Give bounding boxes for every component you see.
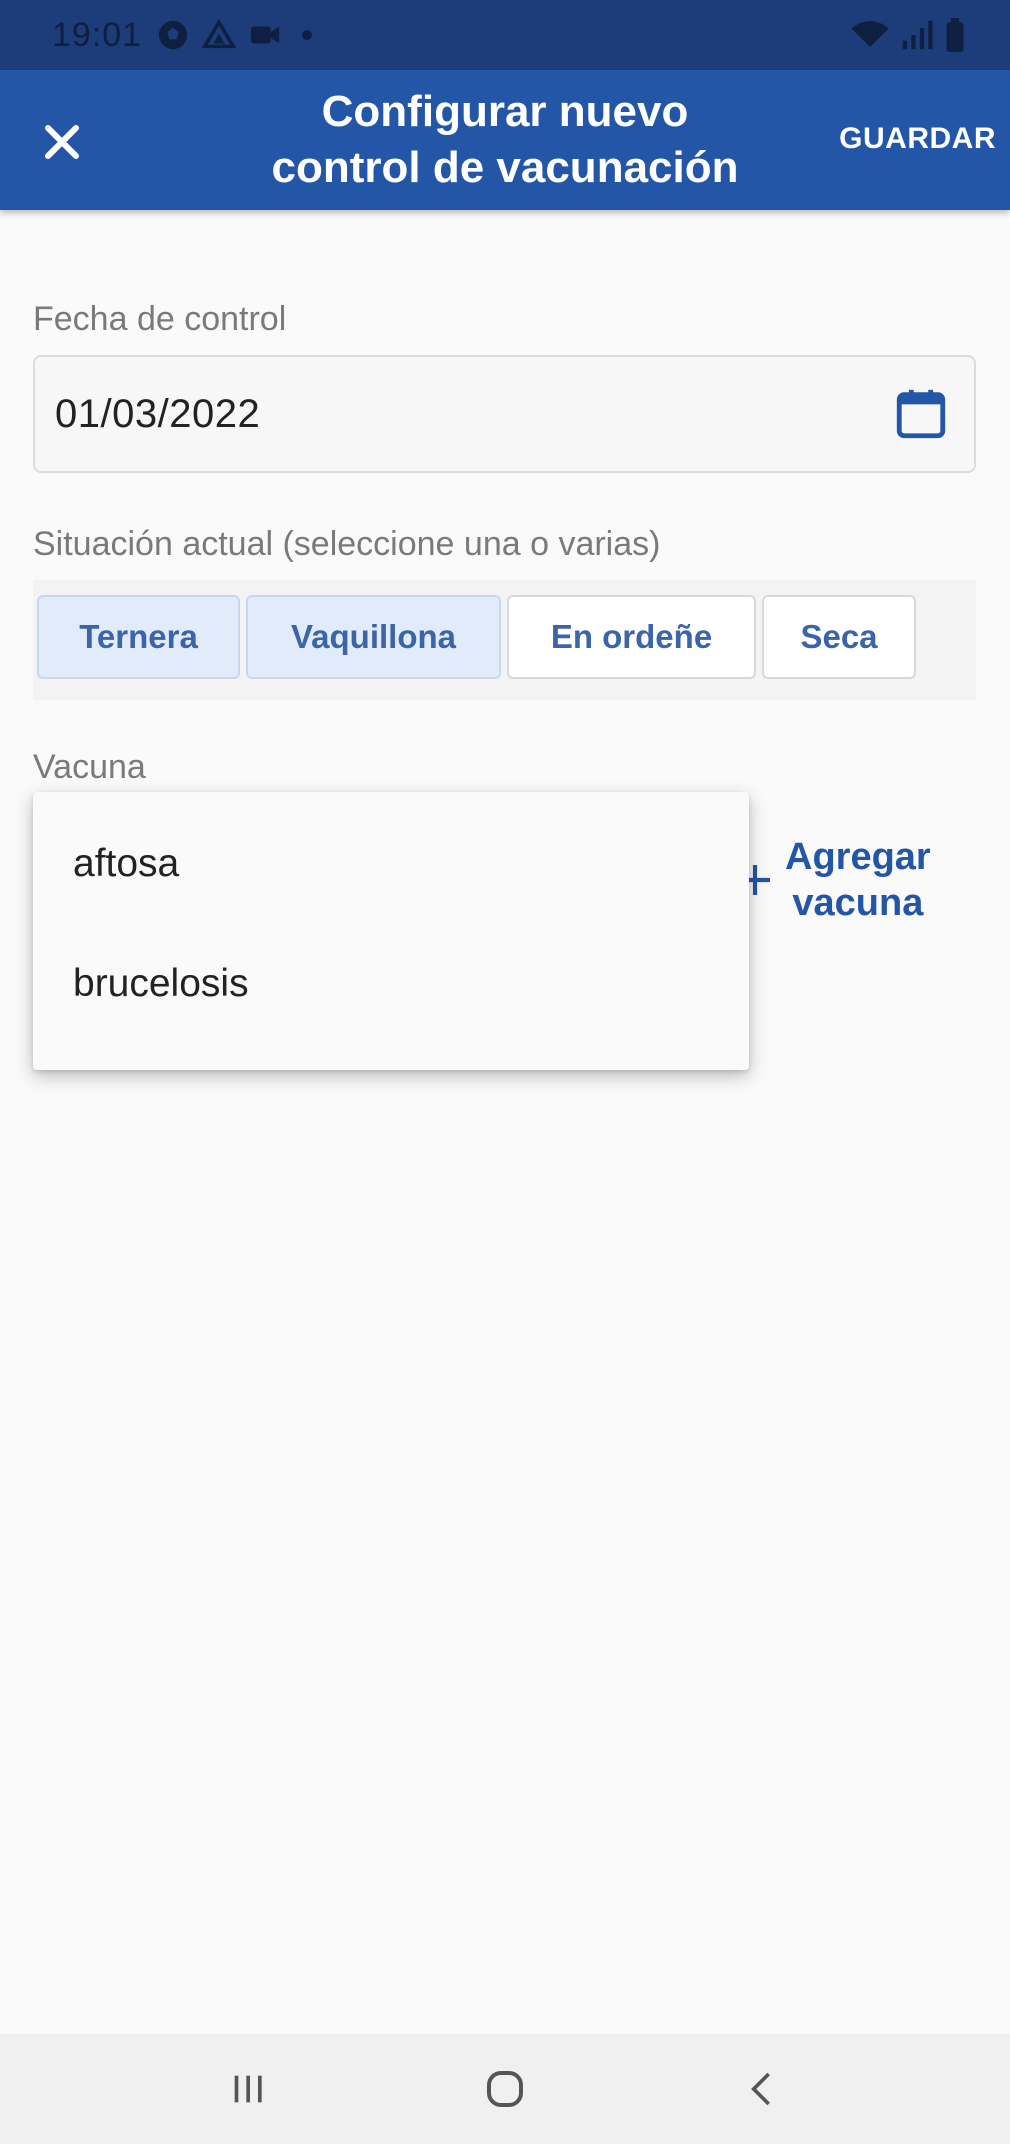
chip-en-ordene[interactable]: En ordeñe bbox=[507, 595, 756, 679]
status-time: 19:01 bbox=[52, 15, 143, 54]
home-icon bbox=[486, 2071, 523, 2107]
dropdown-item-brucelosis[interactable]: brucelosis bbox=[33, 924, 749, 1044]
vaccine-dropdown-menu: aftosa brucelosis bbox=[33, 792, 749, 1070]
home-button[interactable] bbox=[475, 2059, 535, 2119]
date-value: 01/03/2022 bbox=[55, 391, 261, 436]
back-button[interactable] bbox=[732, 2059, 792, 2119]
wifi-icon bbox=[851, 21, 889, 47]
status-notification-icons bbox=[156, 18, 313, 52]
page-title: Configurar nuevo control de vacunación bbox=[271, 87, 739, 192]
date-label: Fecha de control bbox=[33, 300, 287, 338]
chip-vaquillona[interactable]: Vaquillona bbox=[246, 595, 501, 679]
drive-icon bbox=[202, 18, 237, 49]
status-system-icons bbox=[850, 18, 966, 52]
date-field[interactable]: 01/03/2022 bbox=[33, 355, 976, 473]
recent-apps-button[interactable] bbox=[218, 2059, 278, 2119]
calendar-icon[interactable] bbox=[892, 385, 950, 443]
soccer-ball-icon bbox=[158, 20, 188, 50]
dropdown-item-aftosa[interactable]: aftosa bbox=[33, 804, 749, 924]
chip-ternera[interactable]: Ternera bbox=[37, 595, 240, 679]
notification-dot-icon bbox=[302, 30, 313, 40]
vaccine-label: Vacuna bbox=[33, 748, 146, 786]
signal-icon bbox=[902, 20, 933, 50]
system-nav-bar bbox=[0, 2034, 1010, 2144]
battery-icon bbox=[946, 18, 964, 52]
add-vaccine-label: Agregar vacuna bbox=[785, 836, 931, 924]
recent-apps-icon bbox=[234, 2075, 262, 2103]
situation-label: Situación actual (seleccione una o varia… bbox=[33, 525, 661, 563]
video-camera-icon bbox=[250, 26, 280, 44]
add-vaccine-button[interactable]: Agregar vacuna bbox=[735, 830, 975, 930]
close-icon[interactable] bbox=[38, 118, 86, 166]
status-bar: 19:01 bbox=[0, 0, 1010, 70]
app-bar: Configurar nuevo control de vacunación G… bbox=[0, 70, 1010, 210]
save-button[interactable]: GUARDAR bbox=[839, 122, 996, 156]
situation-chip-group: Ternera Vaquillona En ordeñe Seca bbox=[33, 580, 976, 700]
chip-seca[interactable]: Seca bbox=[762, 595, 916, 679]
back-icon bbox=[750, 2072, 770, 2106]
